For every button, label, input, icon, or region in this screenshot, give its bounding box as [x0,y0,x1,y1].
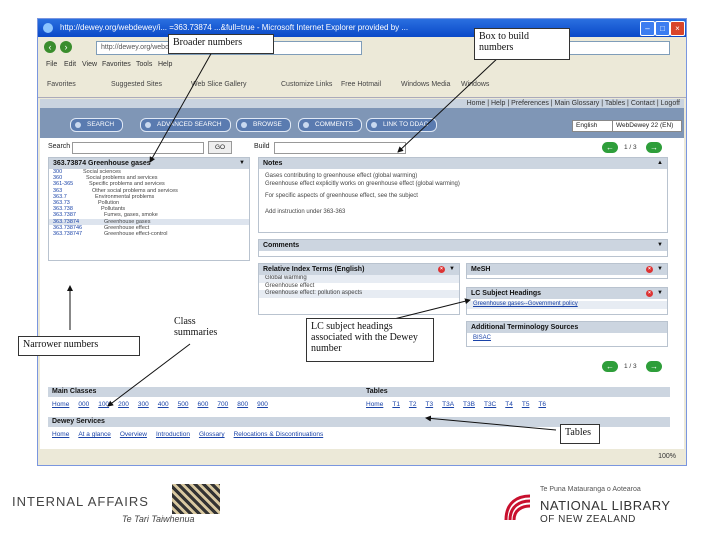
koru-icon [504,494,531,521]
nl-wordmark-line1: NATIONAL LIBRARY [540,498,671,513]
callout-lcsh: LC subject headings associated with the … [306,318,434,362]
arrow-box [397,55,501,153]
arrow-lcsh [389,298,471,321]
nl-wordmark-line2: OF NEW ZEALAND [540,514,636,525]
ia-maori-name: Te Tari Taiwhenua [122,514,195,524]
internal-affairs-logo: INTERNAL AFFAIRS Te Tari Taiwhenua [12,484,222,530]
arrow-broader [149,51,213,163]
callout-broader: Broader numbers [168,34,274,54]
arrow-tables [425,415,557,431]
weave-pattern-icon [172,484,220,514]
callout-tables: Tables [560,424,600,444]
callout-box: Box to build numbers [474,28,570,60]
ia-wordmark: INTERNAL AFFAIRS [12,494,149,509]
callout-narrower: Narrower numbers [18,336,140,356]
national-library-logo: Te Puna Matauranga o Aotearoa NATIONAL L… [500,486,710,532]
callout-class-summaries: Class summaries [174,316,218,338]
callout-arrows [67,51,557,431]
nl-maori-name: Te Puna Matauranga o Aotearoa [540,486,641,493]
